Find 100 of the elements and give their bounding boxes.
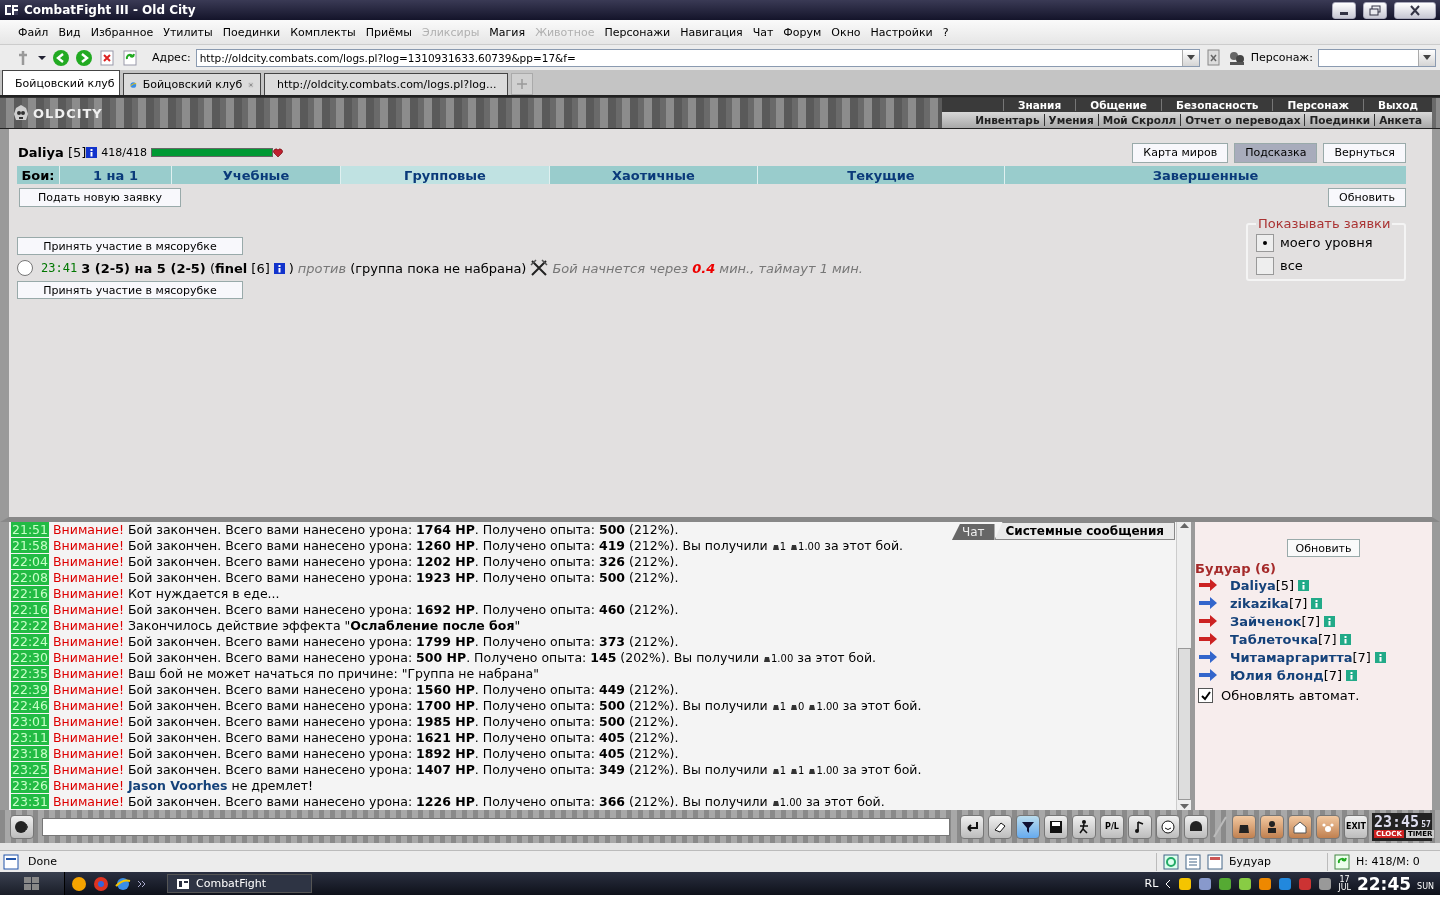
user-name[interactable]: Зайченок	[1230, 613, 1302, 629]
tray-icon[interactable]	[1318, 876, 1333, 891]
figure-icon[interactable]	[1260, 814, 1284, 839]
refresh-icon[interactable]	[1334, 853, 1350, 870]
menu-item[interactable]: Утилиты	[158, 25, 218, 39]
exit-button[interactable]: EXIT	[1344, 814, 1368, 839]
tray-icon[interactable]	[1278, 876, 1293, 891]
menu-item[interactable]: Файл	[13, 25, 54, 39]
eraser-icon[interactable]	[988, 814, 1012, 839]
nav-link[interactable]: Мой Скролл	[1097, 114, 1181, 126]
running-figure-icon[interactable]	[1072, 814, 1096, 839]
browser-tab[interactable]: http://oldcity.combats.com/logs.pl?log...	[264, 73, 508, 95]
chevron-icon[interactable]	[137, 878, 147, 889]
user-name[interactable]: zikazika	[1230, 595, 1289, 611]
user-info-icon[interactable]	[1298, 579, 1310, 591]
radio-button[interactable]	[1256, 256, 1274, 275]
user-info-icon[interactable]	[1340, 633, 1352, 645]
refresh-icon[interactable]	[121, 48, 139, 67]
taskbar-app-button[interactable]: CombatFight	[167, 874, 312, 893]
chat-tab[interactable]: Чат	[951, 524, 995, 540]
menu-item[interactable]: Форум	[778, 25, 827, 39]
fight-tab[interactable]: Завершенные	[1004, 166, 1406, 184]
refresh-button[interactable]: Обновить	[1286, 539, 1361, 557]
bag-icon[interactable]	[1232, 814, 1256, 839]
page-close-icon[interactable]	[1204, 48, 1223, 67]
menu-item[interactable]: Комплекты	[285, 25, 361, 39]
user-info-icon[interactable]	[1324, 615, 1336, 627]
menu-item[interactable]: Настройки	[865, 25, 938, 39]
sync-icon[interactable]	[1163, 853, 1179, 870]
tray-icon[interactable]	[1238, 876, 1253, 891]
fight-tab[interactable]: Групповые	[340, 166, 549, 184]
nav-link[interactable]: Инвентарь	[971, 114, 1044, 126]
helmet-icon[interactable]	[1184, 814, 1208, 839]
page-icon[interactable]	[2, 852, 20, 871]
music-icon[interactable]	[1128, 814, 1152, 839]
nav-link[interactable]: Персонаж	[1272, 99, 1364, 111]
tray-icon[interactable]	[1178, 876, 1193, 891]
chat-input[interactable]	[42, 817, 950, 836]
pl-button[interactable]: P/L	[1100, 814, 1124, 839]
nav-link[interactable]: Общение	[1075, 99, 1161, 111]
nav-link[interactable]: Умения	[1043, 114, 1098, 126]
filter-icon[interactable]	[1016, 814, 1040, 839]
dropdown-arrow-icon[interactable]	[1423, 55, 1431, 60]
new-request-button[interactable]: Подать новую заявку	[19, 188, 181, 207]
header-button[interactable]: Подсказка	[1234, 142, 1318, 163]
language-indicator[interactable]: RL	[1144, 877, 1159, 890]
menu-item[interactable]: Магия	[484, 25, 531, 39]
nav-link[interactable]: Поединки	[1304, 114, 1375, 126]
close-button[interactable]	[1394, 1, 1436, 19]
checkbox[interactable]	[1198, 688, 1213, 703]
user-name[interactable]: Таблеточка	[1230, 631, 1319, 647]
stop-icon[interactable]	[98, 48, 116, 67]
header-button[interactable]: Карта миров	[1132, 142, 1229, 163]
speaker-icon[interactable]	[10, 814, 34, 839]
browser-tab[interactable]: Бойцовский клуб	[2, 70, 120, 95]
info-icon[interactable]	[86, 147, 98, 158]
join-button[interactable]: Принять участие в мясорубке	[17, 237, 243, 255]
user-name[interactable]: Daliya	[1230, 577, 1276, 593]
dropdown-arrow-icon[interactable]	[1186, 55, 1195, 60]
menu-item[interactable]: Окно	[826, 25, 866, 39]
tray-icon[interactable]	[1218, 876, 1233, 891]
menu-item[interactable]: Поединки	[217, 25, 286, 39]
tray-icon[interactable]	[1258, 876, 1273, 891]
smiley-icon[interactable]	[1156, 814, 1180, 839]
quick-launch-icon[interactable]	[71, 875, 87, 892]
menu-item[interactable]: Избранное	[85, 25, 159, 39]
user-name[interactable]: Читамаргаритта	[1230, 649, 1353, 665]
fight-tab[interactable]: Хаотичные	[549, 166, 757, 184]
header-button[interactable]: Вернуться	[1323, 142, 1406, 163]
join-button[interactable]: Принять участие в мясорубке	[17, 281, 243, 299]
fight-tab[interactable]: 1 на 1	[59, 166, 171, 184]
menu-item[interactable]: Чат	[747, 25, 779, 39]
nav-link[interactable]: Отчет о переводах	[1180, 114, 1305, 126]
menu-item[interactable]: Навигация	[675, 25, 748, 39]
user-info-icon[interactable]	[1346, 669, 1358, 681]
minimize-button[interactable]	[1332, 1, 1356, 19]
forward-icon[interactable]	[75, 48, 93, 67]
nav-link[interactable]: Знания	[1003, 99, 1076, 111]
menu-item[interactable]: ?	[937, 25, 954, 39]
house-icon[interactable]	[1288, 814, 1312, 839]
chat-tab[interactable]: Системные сообщения	[994, 522, 1175, 540]
menu-item[interactable]: Приёмы	[360, 25, 417, 39]
browser-tab[interactable]: Бойцовский клуб	[123, 73, 261, 95]
save-icon[interactable]	[1044, 814, 1068, 839]
maximize-button[interactable]	[1363, 1, 1387, 19]
nav-link[interactable]: Выход	[1363, 99, 1432, 111]
user-name[interactable]: Юлия блонд	[1230, 667, 1324, 683]
fight-tab[interactable]: Текущие	[757, 166, 1004, 184]
start-button[interactable]	[0, 872, 65, 895]
player-name[interactable]: Daliya	[18, 145, 64, 160]
nav-link[interactable]: Анкета	[1374, 114, 1426, 126]
info-icon[interactable]	[273, 262, 285, 274]
calendar-icon[interactable]	[1207, 853, 1223, 870]
address-field[interactable]: http://oldcity.combats.com/logs.pl?log=1310931633.60739&pp=17&f=	[195, 48, 1200, 67]
browser-icon[interactable]	[115, 875, 131, 892]
enter-icon[interactable]	[960, 814, 984, 839]
paw-icon[interactable]	[1316, 814, 1340, 839]
chevron-icon[interactable]	[1164, 878, 1173, 889]
menu-item[interactable]: Персонажи	[599, 25, 676, 39]
request-radio[interactable]	[17, 260, 33, 276]
